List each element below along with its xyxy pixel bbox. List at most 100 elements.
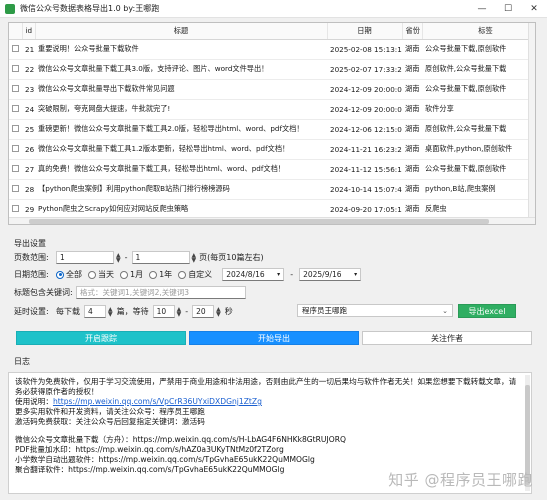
account-select[interactable]: 程序员王哪跑 ⌄ [297,304,453,317]
delay-max-value: 20 [196,307,206,316]
row-checkbox-box[interactable] [12,164,19,172]
delay-prefix: 每下载 [56,307,80,316]
table-row[interactable]: 21 重要说明！公众号批量下载软件 2025-02-08 15:13:12 湖南 公众号… [9,39,535,60]
date-from-dropdown-icon[interactable]: ▾ [277,271,280,278]
cell-tags: python,B站,爬虫案例 [422,179,535,200]
export-excel-button[interactable]: 导出excel [458,304,516,318]
column-header-title[interactable]: 标题 [35,23,328,40]
row-checkbox[interactable] [9,99,22,120]
row-checkbox[interactable] [9,79,22,100]
table-row[interactable]: 28 【python爬虫案例】利用python爬取B站热门排行榜榜源码 2024-1… [9,179,535,200]
column-header-date[interactable]: 日期 [327,23,403,40]
table-row[interactable]: 26 微信公众号文章批量下载工具1.2版本更新，轻松导出html、word、pdf… [9,139,535,160]
article-table[interactable]: id 标题 日期 省份 标签 21 重要说明！公众号批量下载软件 2025-02-0… [8,22,536,225]
date-to-picker[interactable]: 2025/9/16 ▾ [299,268,362,281]
row-checkbox-box[interactable] [12,64,19,72]
cell-tags: 桌面软件,python,原创软件 [422,139,535,160]
column-header-tags[interactable]: 标签 [422,23,535,40]
delay-min-value: 10 [156,307,167,316]
keyword-input[interactable]: 格式：关键词1,关键词2,关键词3 [76,286,246,299]
cell-tags: 公众号批量下载,原创软件 [422,79,535,100]
row-checkbox-box[interactable] [12,204,19,212]
cell-id: 26 [22,139,35,160]
log-line-downloader: 微信公众号文章批量下载（方舟）：https://mp.weixin.qq.com… [15,435,346,444]
cell-tags: 公众号批量下载,原创软件 [422,39,535,60]
cell-id: 21 [22,39,35,60]
date-range-dash: - [290,270,294,279]
row-checkbox-box[interactable] [12,84,19,92]
row-checkbox-box[interactable] [12,144,19,152]
delay-max-input[interactable]: 20 [192,305,215,318]
page-to-input[interactable]: 1 [131,251,190,264]
log-line-activation: 激活码免费获取：关注公众号后回复指定关键词：激活码 [15,417,205,426]
delay-min-input[interactable]: 10 [152,305,175,318]
table-row[interactable]: 29 Python爬虫之Scrapy如何应对网站反爬虫策略 2024-09-20 1… [9,199,535,220]
cell-date: 2025-02-07 17:33:28 [327,59,402,80]
cell-date: 2024-12-09 20:00:00 [327,99,402,120]
start-export-button[interactable]: 开始导出 [189,331,359,345]
row-checkbox[interactable] [9,39,22,60]
start-tracking-button[interactable]: 开启跟踪 [16,331,186,345]
row-checkbox-box[interactable] [12,104,19,112]
column-header-province[interactable]: 省份 [402,23,423,40]
table-row[interactable]: 25 重磅更新！微信公众号文章批量下载工具2.0版，轻松导出html、word、p… [9,119,535,140]
maximize-button[interactable]: ☐ [495,0,521,18]
row-checkbox-box[interactable] [12,225,19,226]
scrollbar-thumb[interactable] [29,219,489,224]
radio-all-label: 全部 [66,270,82,279]
delay-count-input[interactable]: 4 [84,305,106,318]
page-to-stepper[interactable]: ▲ ▼ [192,252,197,263]
log-spacer [15,427,521,435]
row-checkbox-box[interactable] [12,124,19,132]
row-checkbox-box[interactable] [12,184,19,192]
table-vertical-scrollbar[interactable] [528,23,535,224]
delay-min-stepper[interactable]: ▲ ▼ [177,306,182,317]
page-from-stepper[interactable]: ▲ ▼ [116,252,121,263]
column-header-id[interactable]: id [22,23,36,40]
delay-label: 延时设置: [14,307,49,316]
radio-1month[interactable]: 1月 [120,269,143,280]
row-checkbox[interactable] [9,139,22,160]
zhihu-watermark: 知乎 @程序员王哪跑 [388,471,533,489]
radio-1year[interactable]: 1年 [149,269,172,280]
cell-id: 23 [22,79,35,100]
radio-today[interactable]: 当天 [88,269,114,280]
cell-title: 突破限制，夸克网盘大提速，牛批就完了! [35,99,327,120]
date-from-picker[interactable]: 2024/8/16 ▾ [222,268,285,281]
row-checkbox[interactable] [9,159,22,180]
date-to-dropdown-icon[interactable]: ▾ [354,271,357,278]
close-button[interactable]: ✕ [521,0,547,18]
date-range-row: 日期范围: 全部 当天 1月 1年 自定义 2024/8/16 ▾ - 2025/… [14,268,362,281]
radio-custom[interactable]: 自定义 [178,269,212,280]
cell-id: 25 [22,119,35,140]
follow-author-button[interactable]: 关注作者 [362,331,532,345]
cell-id: 24 [22,99,35,120]
cell-date: 2024-09-20 17:05:12 [327,199,402,220]
table-row[interactable]: 27 真的免费！微信公众号文章批量下载工具，轻松导出html、word、pdf文档… [9,159,535,180]
row-checkbox-box[interactable] [12,44,19,52]
table-row[interactable]: 23 微信公众号文章批量导出下载软件常见问题 2024-12-09 20:00:00… [9,79,535,100]
delay-count-stepper[interactable]: ▲ ▼ [108,306,113,317]
table-row[interactable]: 24 突破限制，夸克网盘大提速，牛批就完了! 2024-12-09 20:00:00… [9,99,535,120]
radio-all[interactable]: 全部 [56,269,82,280]
instructions-link[interactable]: https://mp.weixin.qq.com/s/VpCrR36UYxiDX… [53,397,262,406]
cell-date: 2024-11-12 15:56:11 [327,159,402,180]
cell-title: 微信公众号文章批量导出下载软件常见问题 [35,79,327,100]
row-checkbox[interactable] [9,119,22,140]
page-from-input[interactable]: 1 [56,251,114,264]
cell-tags: 原创软件,公众号批量下载 [422,59,535,80]
select-all-header[interactable] [9,23,23,40]
cell-date: 2024-10-14 15:07:44 [327,179,402,200]
table-row[interactable]: 22 微信公众号文章批量下载工具3.0版，支持评论、图片、word文件导出！ 202… [9,59,535,80]
page-from-value: 1 [60,253,65,262]
row-checkbox[interactable] [9,199,22,220]
cell-id: 27 [22,159,35,180]
cell-title: 真的免费！微信公众号文章批量下载工具，轻松导出html、word、pdf文档！ [35,159,327,180]
cell-date: 2024-12-06 12:15:00 [327,119,402,140]
delay-max-stepper[interactable]: ▲ ▼ [216,306,221,317]
row-checkbox[interactable] [9,59,22,80]
row-checkbox[interactable] [9,179,22,200]
log-heading: 日志 [14,357,30,366]
minimize-button[interactable]: — [469,0,495,18]
table-horizontal-scrollbar[interactable] [9,217,535,224]
